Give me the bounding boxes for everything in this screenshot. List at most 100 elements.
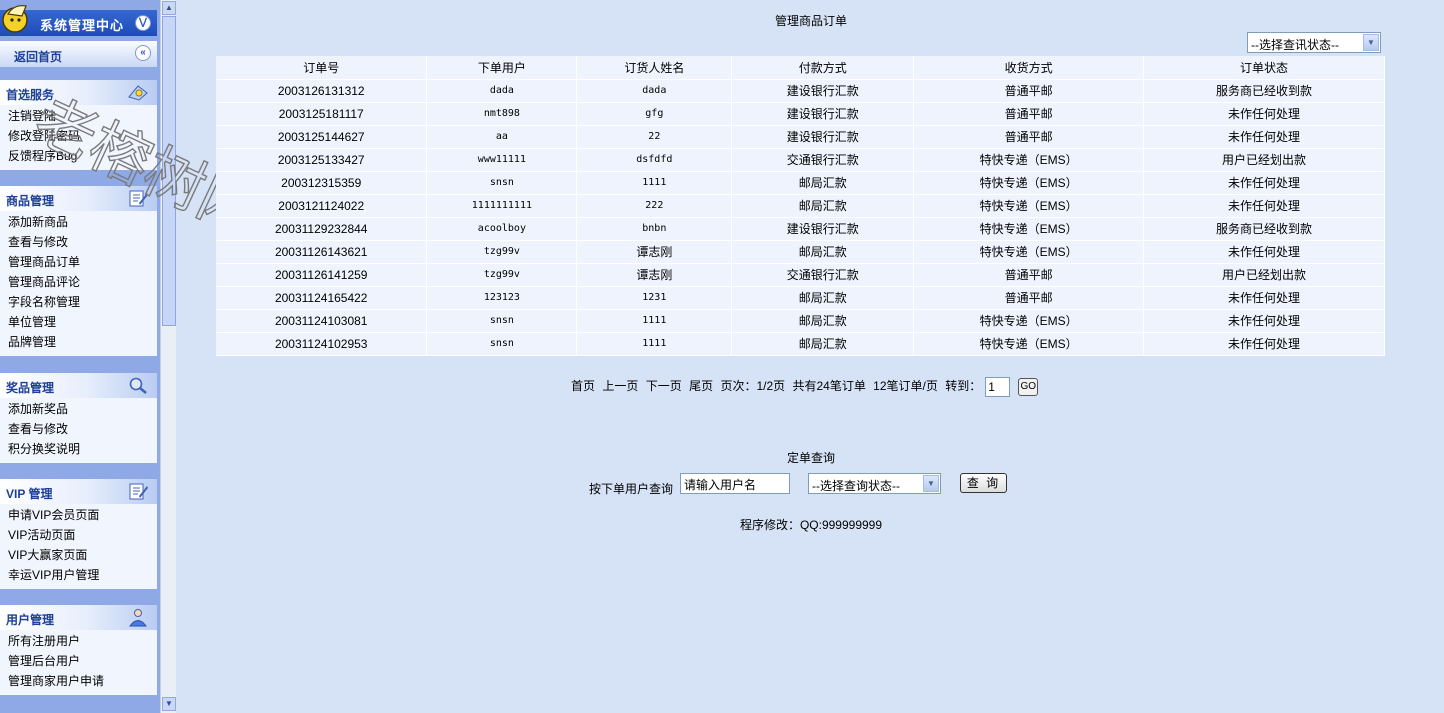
recipient-cell: 222 (576, 194, 733, 218)
user-cell: nmt898 (426, 102, 578, 126)
back-home-link[interactable]: 返回首页 « (0, 41, 157, 67)
table-row[interactable]: 2003125133427 www11111 dsfdfd 交通银行汇款 特快专递（EM… (216, 148, 1385, 172)
table-row[interactable]: 2003126131312 dada dada 建设银行汇款 普通平邮 服务商已经收到款 (216, 79, 1385, 103)
order-id-cell[interactable]: 20031126141259 (216, 263, 428, 287)
order-id-cell[interactable]: 20031124103081 (216, 309, 428, 333)
table-row[interactable]: 2003125181117 nmt898 gfg 建设银行汇款 普通平邮 未作任何处理 (216, 102, 1385, 126)
sidebar-item-vip-winners[interactable]: VIP大赢家页面 (0, 545, 157, 565)
user-cell: snsn (426, 332, 578, 356)
section-title: 商品管理 (6, 194, 55, 208)
sidebar-item-all-users[interactable]: 所有注册用户 (0, 631, 157, 651)
payment-cell: 建设银行汇款 (731, 125, 915, 149)
table-row[interactable]: 20031124103081 snsn 1111 邮局汇款 特快专递（EMS） 未作任何处… (216, 309, 1385, 333)
scroll-thumb[interactable] (162, 16, 176, 326)
first-page-link[interactable]: 首页 (571, 379, 595, 393)
brand-logo-icon (2, 5, 28, 33)
last-page-link[interactable]: 尾页 (689, 379, 713, 393)
status-cell: 未作任何处理 (1143, 171, 1385, 195)
goto-label: 转到： (945, 379, 982, 394)
order-id-cell[interactable]: 20031124165422 (216, 286, 428, 310)
total-info: 共有24笔订单 (792, 379, 866, 394)
username-search-input[interactable]: 请输入用户名 (680, 473, 790, 494)
column-header: 收货方式 (913, 56, 1145, 80)
order-id-cell[interactable]: 2003125181117 (216, 102, 428, 126)
sidebar-item-vip-apply[interactable]: 申请VIP会员页面 (0, 505, 157, 525)
sidebar-item-manage-reviews[interactable]: 管理商品评论 (0, 272, 157, 292)
sidebar-item-change-password[interactable]: 修改登陆密码 (0, 126, 157, 146)
table-row[interactable]: 2003121124022 1111111111 222 邮局汇款 特快专递（EMS）未… (216, 194, 1385, 218)
prev-page-link[interactable]: 上一页 (602, 379, 638, 393)
sidebar-item-brands[interactable]: 品牌管理 (0, 332, 157, 352)
sidebar-item-view-edit-products[interactable]: 查看与修改 (0, 232, 157, 252)
query-section-title: 定单查询 (786, 451, 835, 465)
order-id-cell[interactable]: 20031126143621 (216, 240, 428, 264)
table-row[interactable]: 20031124102953 snsn 1111 邮局汇款 特快专递（EMS） 未作任何处… (216, 332, 1385, 356)
select-value: --选择查讯状态-- (1251, 38, 1339, 52)
sidebar-item-add-prize[interactable]: 添加新奖品 (0, 399, 157, 419)
order-id-cell[interactable]: 20031124102953 (216, 332, 428, 356)
sidebar-item-admin-users[interactable]: 管理后台用户 (0, 651, 157, 671)
section-header-vip[interactable]: VIP 管理 (0, 479, 157, 504)
section-body: 所有注册用户 管理后台用户 管理商家用户申请 (0, 630, 157, 695)
column-header: 下单用户 (426, 56, 578, 80)
sidebar-item-merchant-requests[interactable]: 管理商家用户申请 (0, 671, 157, 691)
section-title: 用户管理 (6, 613, 55, 627)
order-id-cell[interactable]: 2003126131312 (216, 79, 428, 103)
user-cell: acoolboy (426, 217, 578, 241)
magnifier-icon (129, 377, 147, 394)
scroll-down-icon[interactable]: ▼ (162, 697, 176, 711)
table-row[interactable]: 20031124165422 123123 1231 邮局汇款 普通平邮 未作任何处理 (216, 286, 1385, 310)
column-header: 订单状态 (1143, 56, 1385, 80)
order-id-cell[interactable]: 2003125144627 (216, 125, 428, 149)
table-row[interactable]: 20031129232844 acoolboy bnbn 建设银行汇款 特快专递（EMS… (216, 217, 1385, 241)
section-header-services[interactable]: 首选服务 (0, 80, 157, 105)
section-title: 奖品管理 (6, 381, 55, 395)
sidebar-item-units[interactable]: 单位管理 (0, 312, 157, 332)
sidebar-item-lucky-vip[interactable]: 幸运VIP用户管理 (0, 565, 157, 585)
order-id-cell[interactable]: 2003121124022 (216, 194, 428, 218)
sidebar-item-field-names[interactable]: 字段名称管理 (0, 292, 157, 312)
recipient-cell: bnbn (576, 217, 733, 241)
section-body: 注销登陆 修改登陆密码 反馈程序Bug (0, 105, 157, 170)
recipient-cell: dsfdfd (576, 148, 733, 172)
go-button[interactable]: GO (1018, 378, 1039, 396)
order-id-cell[interactable]: 20031129232844 (216, 217, 428, 241)
table-row[interactable]: 20031126141259 tzg99v 谭志刚 交通银行汇款 普通平邮 用户已经划出款 (216, 263, 1385, 287)
query-status-select[interactable]: --选择查询状态-- ▼ (808, 473, 941, 494)
table-row[interactable]: 200312315359 snsn 1111 邮局汇款 特快专递（EMS） 未作任何处理 (216, 171, 1385, 195)
sidebar-item-vip-events[interactable]: VIP活动页面 (0, 525, 157, 545)
collapse-menu-icon[interactable]: ⋁ (135, 15, 151, 31)
shipping-cell: 特快专递（EMS） (913, 309, 1145, 333)
sidebar-item-add-product[interactable]: 添加新商品 (0, 212, 157, 232)
column-header: 订单号 (216, 56, 428, 80)
sidebar-scrollbar[interactable]: ▲ ▼ (160, 0, 176, 713)
sidebar-item-report-bug[interactable]: 反馈程序Bug (0, 146, 157, 166)
payment-cell: 建设银行汇款 (731, 102, 915, 126)
next-page-link[interactable]: 下一页 (646, 379, 682, 393)
sidebar-item-manage-orders[interactable]: 管理商品订单 (0, 252, 157, 272)
section-body: 添加新奖品 查看与修改 积分换奖说明 (0, 398, 157, 463)
scroll-up-icon[interactable]: ▲ (162, 1, 176, 15)
section-header-products[interactable]: 商品管理 (0, 186, 157, 211)
query-button[interactable]: 查 询 (960, 473, 1007, 493)
table-row[interactable]: 20031126143621 tzg99v 谭志刚 邮局汇款 特快专递（EMS） 未作任何… (216, 240, 1385, 264)
user-cell: 1111111111 (426, 194, 578, 218)
select-value: --选择查询状态-- (812, 479, 900, 493)
order-id-cell[interactable]: 200312315359 (216, 171, 428, 195)
collapse-sidebar-icon[interactable]: « (135, 45, 151, 61)
section-header-users[interactable]: 用户管理 (0, 605, 157, 630)
order-status-filter-select[interactable]: --选择查讯状态-- ▼ (1247, 32, 1381, 53)
order-id-cell[interactable]: 2003125133427 (216, 148, 428, 172)
sidebar-item-points-exchange[interactable]: 积分换奖说明 (0, 439, 157, 459)
status-cell: 服务商已经收到款 (1143, 79, 1385, 103)
sidebar-item-logout[interactable]: 注销登陆 (0, 106, 157, 126)
table-row[interactable]: 2003125144627 aa 22 建设银行汇款 普通平邮 未作任何处理 (216, 125, 1385, 149)
page-info: 页次：1/2页 (720, 379, 786, 394)
page-number-input[interactable]: 1 (985, 377, 1011, 397)
recipient-cell: 谭志刚 (576, 263, 733, 287)
payment-cell: 邮局汇款 (731, 240, 915, 264)
section-header-prizes[interactable]: 奖品管理 (0, 373, 157, 398)
sidebar-item-view-edit-prizes[interactable]: 查看与修改 (0, 419, 157, 439)
status-cell: 未作任何处理 (1143, 240, 1385, 264)
payment-cell: 邮局汇款 (731, 286, 915, 310)
